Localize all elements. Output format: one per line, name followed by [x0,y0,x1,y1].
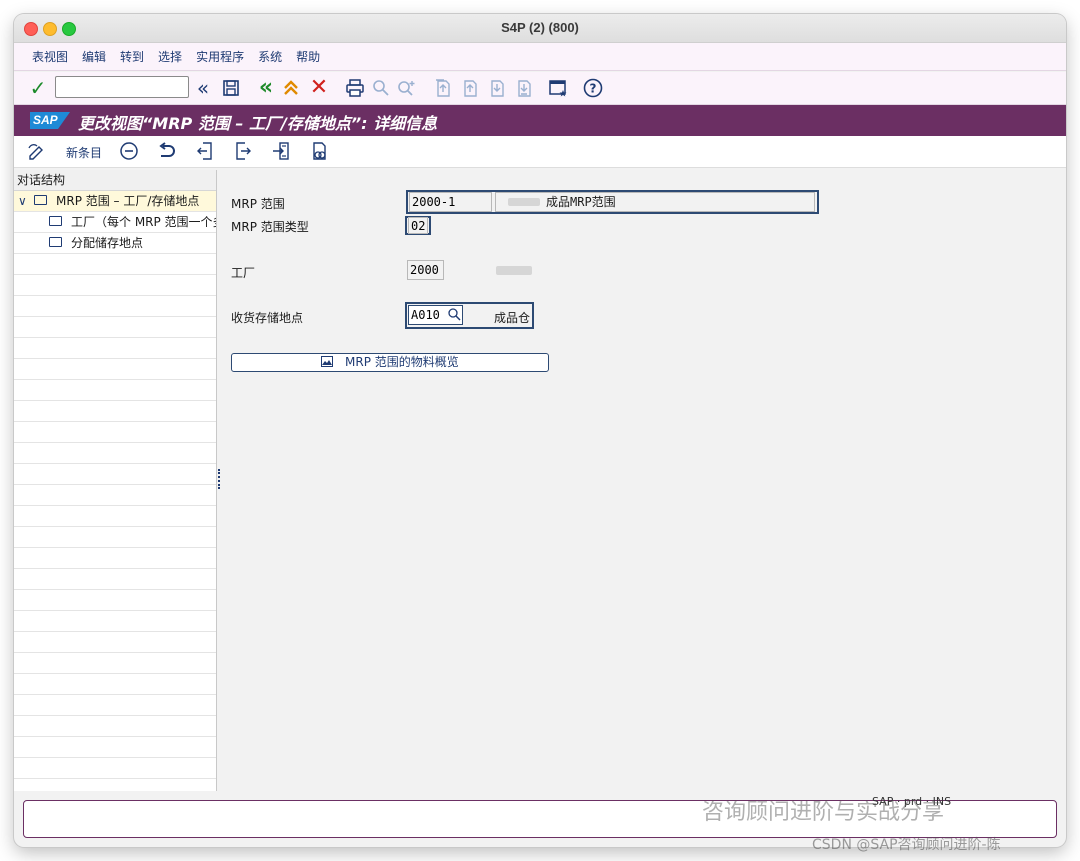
watermark-csdn: CSDN @SAP咨询顾问进阶-陈 [812,837,1001,853]
plant-field[interactable] [407,260,444,280]
folder-open-icon [34,195,47,205]
screen-header: SAP 更改视图“MRP 范围 – 工厂/存储地点”: 详细信息 [14,105,1066,136]
folder-icon [49,237,62,247]
tree-empty-row [14,527,216,548]
sap-window: S4P (2) (800) 表视图 编辑 转到 选择 实用程序 系统 帮助 ✓ … [14,14,1066,847]
next-entry-icon[interactable] [232,141,254,161]
tree-empty-row [14,443,216,464]
tree-empty-row [14,611,216,632]
tree-empty-row [14,380,216,401]
mrp-material-overview-button[interactable]: MRP 范围的物料概览 [231,353,549,372]
cancel-icon[interactable]: ✕ [308,77,330,99]
display-change-icon[interactable] [26,141,48,161]
watermark-wechat: 咨询顾问进阶与实战分享 [702,800,945,825]
sap-logo: SAP [30,112,70,129]
menu-edit[interactable]: 编辑 [82,48,106,65]
menu-goto[interactable]: 转到 [120,48,144,65]
tree-empty-row [14,401,216,422]
tree-empty-row [14,737,216,758]
application-toolbar: 新条目 [14,136,1066,168]
new-entries-button[interactable]: 新条目 [66,144,102,161]
print-view-icon[interactable] [308,141,330,161]
mrp-area-description-field: 成品MRP范围 [495,192,815,212]
tree-item-plant[interactable]: 工厂（每个 MRP 范围一个多 [14,212,216,233]
export-icon[interactable] [270,141,292,161]
receiving-sloc-description: 成品仓 [494,311,531,325]
tree-empty-row [14,422,216,443]
tree-empty-row [14,317,216,338]
tree-empty-row [14,758,216,779]
tree-empty-row [14,548,216,569]
exit-icon[interactable] [280,77,302,99]
print-icon[interactable] [344,77,366,99]
folder-icon [49,216,62,226]
tree-item-label: MRP 范围 – 工厂/存储地点 [56,194,200,208]
mrp-area-type-field[interactable] [408,217,428,234]
dialog-structure-header: 对话结构 [14,170,216,191]
menu-system[interactable]: 系统 [258,48,282,65]
window-title: S4P (2) (800) [501,20,579,35]
tree-empty-row [14,338,216,359]
previous-entry-icon[interactable] [194,141,216,161]
dialog-structure-panel: 对话结构 ∨ MRP 范围 – 工厂/存储地点 工厂（每个 MRP 范围一个多 … [14,170,217,791]
tree-empty-row [14,506,216,527]
customize-layout-icon[interactable] [547,77,569,99]
tree-empty-row [14,653,216,674]
undo-change-icon[interactable] [156,141,178,161]
delete-row-icon[interactable] [118,141,140,161]
tree-empty-row [14,464,216,485]
save-icon[interactable] [220,77,242,99]
tree-item-assign-sloc[interactable]: 分配储存地点 [14,233,216,254]
detail-area: MRP 范围 成品MRP范围 MRP 范围类型 工厂 收货存储地点 成品仓 MR… [222,170,1066,791]
tree-empty-row [14,632,216,653]
tree-empty-row [14,674,216,695]
tree-item-label: 分配储存地点 [71,236,144,250]
find-next-icon[interactable] [396,77,418,99]
picture-icon [321,355,345,369]
tree-empty-row [14,359,216,380]
tree-empty-row [14,254,216,275]
previous-page-icon[interactable] [459,77,481,99]
chevron-down-icon[interactable]: ∨ [18,191,27,211]
first-page-icon[interactable] [432,77,454,99]
page-title: 更改视图“MRP 范围 – 工厂/存储地点”: 详细信息 [78,114,438,133]
tree-empty-row [14,569,216,590]
enter-check-icon[interactable]: ✓ [27,77,49,99]
menu-table-view[interactable]: 表视图 [32,48,68,65]
mrp-area-field[interactable] [409,192,492,212]
tree-empty-row [14,716,216,737]
tree-empty-row [14,275,216,296]
tree-empty-row [14,590,216,611]
tree-empty-row [14,695,216,716]
help-icon[interactable]: ? [582,77,604,99]
standard-toolbar: ✓ « « ✕ ? [14,72,1066,105]
menu-selection[interactable]: 选择 [158,48,182,65]
mrp-area-description: 成品MRP范围 [546,195,616,209]
mrp-area-label: MRP 范围 [231,197,285,211]
receiving-sloc-label: 收货存储地点 [231,311,304,325]
back-icon[interactable]: « [255,77,277,99]
svg-text:?: ? [590,82,597,96]
tree-empty-row [14,296,216,317]
find-icon[interactable] [370,77,392,99]
title-bar: S4P (2) (800) [14,14,1066,43]
menu-bar: 表视图 编辑 转到 选择 实用程序 系统 帮助 [14,43,1066,71]
tree-item-label: 工厂（每个 MRP 范围一个多 [71,215,216,229]
tree-item-mrp-area-plant[interactable]: ∨ MRP 范围 – 工厂/存储地点 [14,191,216,212]
redacted-plant-name [496,266,532,275]
collapse-command-icon[interactable]: « [192,77,214,99]
last-page-icon[interactable] [513,77,535,99]
next-page-icon[interactable] [486,77,508,99]
menu-utilities[interactable]: 实用程序 [196,48,244,65]
tree-empty-row [14,485,216,506]
menu-help[interactable]: 帮助 [296,48,320,65]
mrp-material-overview-label: MRP 范围的物料概览 [345,355,459,369]
redacted-text [508,198,540,206]
value-help-icon[interactable] [447,307,461,324]
command-field[interactable] [55,76,189,98]
plant-label: 工厂 [231,266,256,280]
mrp-area-type-label: MRP 范围类型 [231,220,309,234]
